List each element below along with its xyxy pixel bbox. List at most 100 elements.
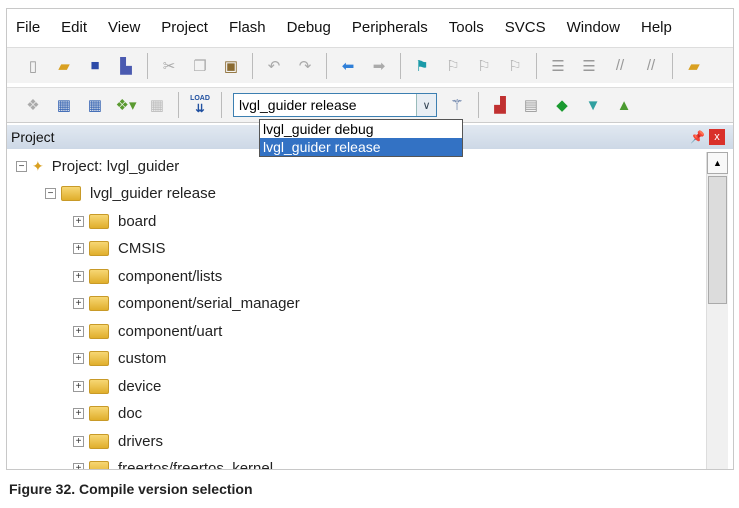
- expand-icon[interactable]: +: [73, 325, 84, 337]
- tree-group-label: drivers: [118, 432, 164, 450]
- folder-icon: [89, 433, 109, 449]
- tree-target[interactable]: − lvgl_guider release: [45, 182, 216, 204]
- folder-icon: [89, 351, 109, 366]
- tree-group[interactable]: + custom: [73, 348, 166, 370]
- prev-bookmark-icon[interactable]: ⚐: [443, 56, 463, 76]
- menu-peripherals[interactable]: Peripherals: [352, 19, 428, 36]
- collapse-icon[interactable]: −: [16, 160, 27, 172]
- bookmark-icon[interactable]: ⚑: [412, 56, 432, 76]
- close-icon[interactable]: x: [709, 129, 725, 145]
- tree-group[interactable]: + doc: [73, 403, 142, 425]
- uncomment-icon[interactable]: //: [641, 56, 661, 76]
- manage-components-icon[interactable]: ▤: [521, 95, 541, 115]
- scrollbar-thumb[interactable]: [708, 176, 727, 304]
- tree-group[interactable]: + component/uart: [73, 320, 222, 342]
- expand-icon[interactable]: +: [73, 270, 84, 282]
- tree-group[interactable]: + freertos/freertos_kernel: [73, 458, 273, 469]
- separator: [221, 92, 222, 118]
- folder-icon: [89, 241, 109, 256]
- menu-debug[interactable]: Debug: [287, 19, 331, 36]
- collapse-icon[interactable]: −: [45, 187, 56, 199]
- nav-back-icon[interactable]: ⬅: [338, 56, 358, 76]
- redo-icon[interactable]: ↷: [295, 56, 315, 76]
- tree-root[interactable]: − ✦ Project: lvgl_guider: [16, 155, 179, 177]
- target-option-release[interactable]: lvgl_guider release: [260, 138, 462, 156]
- menu-svcs[interactable]: SVCS: [505, 19, 546, 36]
- tree-group[interactable]: + device: [73, 375, 161, 397]
- undo-icon[interactable]: ↶: [264, 56, 284, 76]
- menu-bar: File Edit View Project Flash Debug Perip…: [7, 9, 733, 45]
- expand-icon[interactable]: +: [73, 408, 84, 419]
- folder-icon: [89, 268, 109, 284]
- pin-icon[interactable]: 📌: [690, 125, 705, 149]
- folder-icon: [89, 213, 109, 229]
- tree-group[interactable]: + CMSIS: [73, 238, 166, 260]
- vertical-scrollbar[interactable]: ▲: [706, 152, 728, 469]
- tree-group[interactable]: + component/serial_manager: [73, 293, 300, 315]
- project-tree: − ✦ Project: lvgl_guider − lvgl_guider r…: [7, 152, 703, 469]
- tree-group-label: device: [118, 377, 162, 395]
- rebuild-icon[interactable]: ▦: [85, 95, 105, 115]
- translate-icon[interactable]: ❖: [23, 95, 43, 115]
- menu-flash[interactable]: Flash: [229, 19, 266, 36]
- find-in-files-icon[interactable]: ▰: [684, 56, 704, 76]
- file-extensions-icon[interactable]: ▟: [490, 95, 510, 115]
- separator: [536, 52, 537, 79]
- new-file-icon[interactable]: ▯: [23, 56, 43, 76]
- expand-icon[interactable]: +: [73, 243, 84, 254]
- expand-icon[interactable]: +: [73, 215, 84, 227]
- tree-group[interactable]: + drivers: [73, 430, 163, 452]
- unindent-icon[interactable]: ☰: [579, 56, 599, 76]
- folder-icon: [89, 378, 109, 394]
- open-folder-icon[interactable]: ▰: [54, 56, 74, 76]
- target-options-wand-icon[interactable]: ⚚: [447, 95, 467, 115]
- load-label: LOAD: [190, 95, 210, 102]
- file-toolbar: ▯ ▰ ■ ▙ ✂ ❐ ▣ ↶ ↷ ⬅ ➡ ⚑ ⚐ ⚐ ⚐ ☰ ☰ // // …: [7, 47, 733, 83]
- tree-group[interactable]: + component/lists: [73, 265, 222, 287]
- expand-icon[interactable]: +: [73, 353, 84, 364]
- next-bookmark-icon[interactable]: ⚐: [474, 56, 494, 76]
- build-icon[interactable]: ▦: [54, 95, 74, 115]
- paste-icon[interactable]: ▣: [221, 56, 241, 76]
- menu-tools[interactable]: Tools: [449, 19, 484, 36]
- tree-group[interactable]: + board: [73, 210, 156, 232]
- batch-build-icon[interactable]: ❖▾: [116, 95, 137, 115]
- menu-view[interactable]: View: [108, 19, 140, 36]
- run-time-environment-icon[interactable]: ◆: [552, 95, 572, 115]
- expand-icon[interactable]: +: [73, 298, 84, 309]
- expand-icon[interactable]: +: [73, 380, 84, 392]
- tree-group-label: component/uart: [118, 322, 223, 340]
- stop-build-icon[interactable]: ▦: [147, 95, 167, 115]
- tree-group-label: doc: [118, 405, 143, 422]
- load-download-icon[interactable]: LOAD ⇊: [190, 95, 210, 115]
- pack-installer-icon[interactable]: ▲: [614, 95, 634, 115]
- project-icon: ✦: [32, 157, 44, 174]
- expand-icon[interactable]: +: [73, 435, 84, 447]
- select-software-packs-icon[interactable]: ▼: [583, 95, 603, 115]
- folder-icon: [89, 323, 109, 339]
- separator: [178, 92, 179, 118]
- target-select[interactable]: lvgl_guider release ∨: [233, 93, 437, 117]
- target-option-debug[interactable]: lvgl_guider debug: [260, 120, 462, 138]
- save-all-icon[interactable]: ▙: [116, 56, 136, 76]
- menu-window[interactable]: Window: [567, 19, 620, 36]
- clear-bookmarks-icon[interactable]: ⚐: [505, 56, 525, 76]
- save-icon[interactable]: ■: [85, 56, 105, 76]
- copy-icon[interactable]: ❐: [190, 56, 210, 76]
- menu-project[interactable]: Project: [161, 19, 208, 36]
- expand-icon[interactable]: +: [73, 463, 84, 469]
- scroll-up-icon[interactable]: ▲: [707, 152, 728, 174]
- target-folder-icon: [61, 185, 81, 201]
- indent-icon[interactable]: ☰: [548, 56, 568, 76]
- menu-edit[interactable]: Edit: [61, 19, 87, 36]
- uvision-window: File Edit View Project Flash Debug Perip…: [6, 8, 734, 470]
- cut-icon[interactable]: ✂: [159, 56, 179, 76]
- menu-help[interactable]: Help: [641, 19, 672, 36]
- menu-file[interactable]: File: [16, 19, 40, 36]
- chevron-down-icon[interactable]: ∨: [416, 94, 436, 116]
- separator: [147, 52, 148, 79]
- tree-group-label: component/serial_manager: [118, 295, 300, 312]
- tree-group-label: custom: [118, 350, 167, 367]
- nav-forward-icon[interactable]: ➡: [369, 56, 389, 76]
- comment-icon[interactable]: //: [610, 56, 630, 76]
